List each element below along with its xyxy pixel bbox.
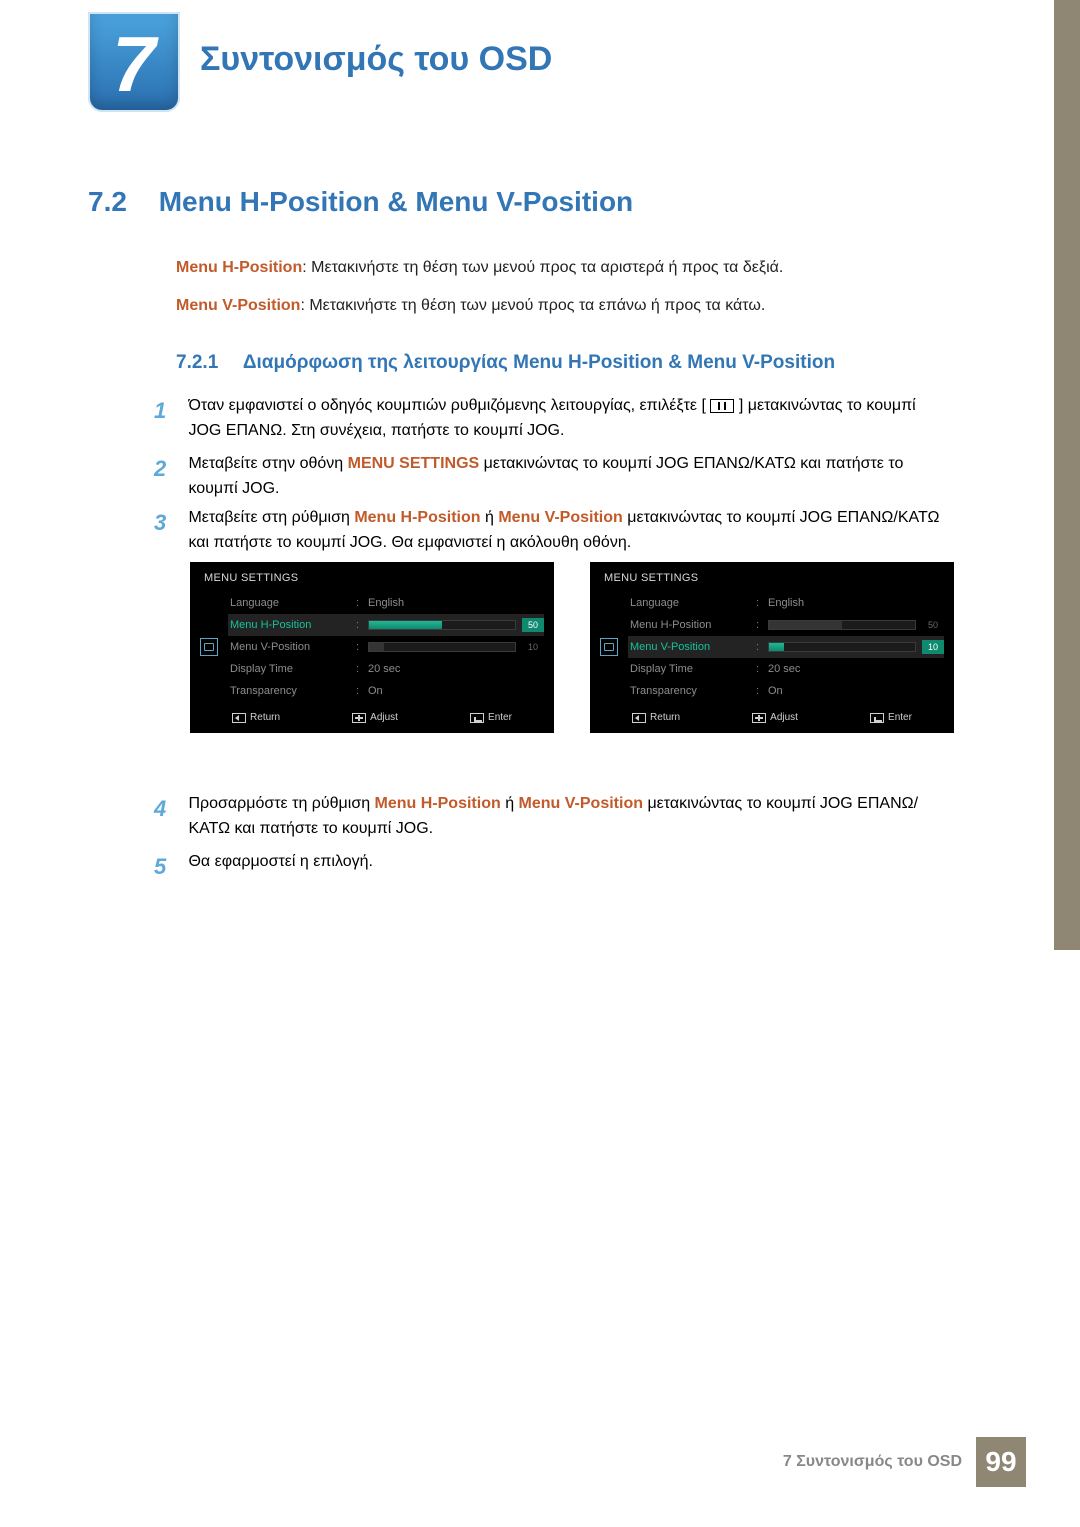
step-text: Μεταβείτε στη ρύθμιση Menu H-Position ή … <box>188 506 948 556</box>
osd-row-transparency: Transparency : On <box>628 680 944 702</box>
osd-panel-h: MENU SETTINGS Language : English Menu H-… <box>190 562 554 733</box>
step-5: 5 Θα εφαρμοστεί η επιλογή. <box>154 850 954 884</box>
slider-vpos: 10 <box>368 640 544 654</box>
slider-hpos: 50 <box>368 618 544 632</box>
osd-category-icon-col <box>190 592 228 702</box>
display-icon <box>600 638 618 656</box>
enter-icon <box>870 713 884 723</box>
step-2: 2 Μεταβείτε στην οθόνη MENU SETTINGS μετ… <box>154 452 954 502</box>
return-icon <box>632 713 646 723</box>
osd-row-hposition: Menu H-Position : 50 <box>628 614 944 636</box>
step-3: 3 Μεταβείτε στη ρύθμιση Menu H-Position … <box>154 506 954 556</box>
section-number: 7.2 <box>88 186 127 217</box>
osd-row-vposition: Menu V-Position : 10 <box>628 636 944 658</box>
osd-screenshots: MENU SETTINGS Language : English Menu H-… <box>190 562 954 733</box>
step-text: Θα εφαρμοστεί η επιλογή. <box>188 850 948 875</box>
description-v: Menu V-Position: Μετακινήστε τη θέση των… <box>176 294 956 319</box>
h-label: Menu H-Position <box>176 259 302 276</box>
step-text: Μεταβείτε στην οθόνη MENU SETTINGS μετακ… <box>188 452 948 502</box>
v-label: Menu V-Position <box>176 297 300 314</box>
step-number: 1 <box>154 394 184 428</box>
slider-hpos: 50 <box>768 618 944 632</box>
page-footer: 7 Συντονισμός του OSD 99 <box>783 1437 1026 1487</box>
step-4: 4 Προσαρμόστε τη ρύθμιση Menu H-Position… <box>154 792 954 842</box>
osd-title: MENU SETTINGS <box>190 562 554 592</box>
osd-row-displaytime: Display Time : 20 sec <box>628 658 944 680</box>
subsection-title: Διαμόρφωση της λειτουργίας Menu H-Positi… <box>243 352 835 373</box>
side-stripe <box>1054 0 1080 950</box>
h-text: : Μετακινήστε τη θέση των μενού προς τα … <box>302 259 783 276</box>
osd-row-language: Language : English <box>628 592 944 614</box>
subsection-number: 7.2.1 <box>176 352 218 373</box>
adjust-icon <box>752 713 766 723</box>
menu-icon <box>710 399 734 413</box>
section-title: Menu H-Position & Menu V-Position <box>159 186 633 217</box>
step-1: 1 Όταν εμφανιστεί ο οδηγός κουμπιών ρυθμ… <box>154 394 954 444</box>
return-icon <box>232 713 246 723</box>
osd-row-transparency: Transparency : On <box>228 680 544 702</box>
chapter-title: Συντονισμός του OSD <box>200 40 552 79</box>
osd-row-displaytime: Display Time : 20 sec <box>228 658 544 680</box>
step-text: Προσαρμόστε τη ρύθμιση Menu H-Position ή… <box>188 792 948 842</box>
chapter-number-badge: 7 <box>88 12 180 112</box>
osd-footer: Return Adjust Enter <box>590 702 954 727</box>
section-heading: 7.2 Menu H-Position & Menu V-Position <box>88 186 633 218</box>
osd-row-vposition: Menu V-Position : 10 <box>228 636 544 658</box>
osd-category-icon-col <box>590 592 628 702</box>
osd-title: MENU SETTINGS <box>590 562 954 592</box>
slider-vpos: 10 <box>768 640 944 654</box>
step-number: 5 <box>154 850 184 884</box>
footer-chapter-text: 7 Συντονισμός του OSD <box>783 1453 962 1471</box>
enter-icon <box>470 713 484 723</box>
osd-panel-v: MENU SETTINGS Language : English Menu H-… <box>590 562 954 733</box>
step-number: 4 <box>154 792 184 826</box>
step-number: 3 <box>154 506 184 540</box>
osd-row-language: Language : English <box>228 592 544 614</box>
osd-footer: Return Adjust Enter <box>190 702 554 727</box>
adjust-icon <box>352 713 366 723</box>
description-h: Menu H-Position: Μετακινήστε τη θέση των… <box>176 256 956 281</box>
display-icon <box>200 638 218 656</box>
step-number: 2 <box>154 452 184 486</box>
page-number: 99 <box>976 1437 1026 1487</box>
osd-row-hposition: Menu H-Position : 50 <box>228 614 544 636</box>
v-text: : Μετακινήστε τη θέση των μενού προς τα … <box>300 297 765 314</box>
step-text: Όταν εμφανιστεί ο οδηγός κουμπιών ρυθμιζ… <box>188 394 948 444</box>
subsection-heading: 7.2.1 Διαμόρφωση της λειτουργίας Menu H-… <box>176 352 835 374</box>
